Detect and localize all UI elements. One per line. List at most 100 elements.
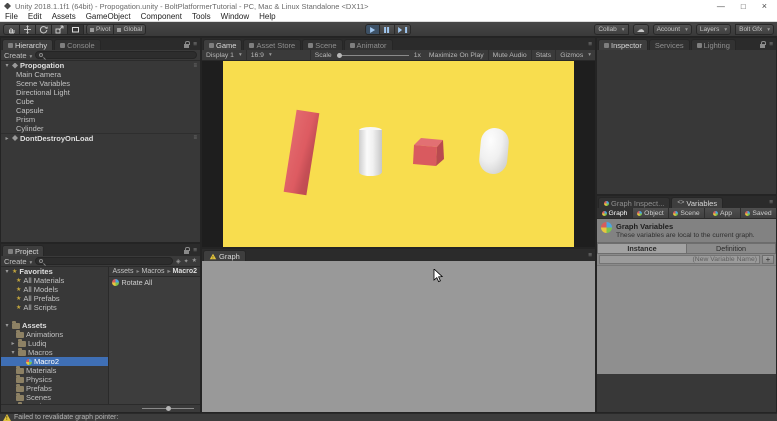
statusbar[interactable]: Failed to revalidate graph pointer: — [0, 413, 777, 421]
scale-tool-button[interactable] — [52, 24, 68, 35]
lock-icon[interactable] — [184, 250, 189, 254]
tab-asset-store[interactable]: Asset Store — [243, 39, 301, 50]
menu-edit[interactable]: Edit — [23, 12, 47, 21]
menu-window[interactable]: Window — [216, 12, 254, 21]
rect-tool-button[interactable] — [68, 24, 84, 35]
scene-row-dontdestroyonload[interactable]: DontDestroyOnLoad — [1, 133, 200, 142]
close-button[interactable] — [762, 1, 767, 11]
tab-console[interactable]: Console — [54, 39, 101, 50]
project-create-button[interactable]: Create — [4, 257, 32, 266]
foldout-arrow-icon[interactable] — [4, 268, 10, 275]
tab-graph-inspector[interactable]: Graph Inspect... — [598, 197, 670, 208]
menu-file[interactable]: File — [0, 12, 23, 21]
hierarchy-search-input[interactable] — [35, 51, 197, 59]
minimize-button[interactable] — [717, 2, 725, 11]
scope-app[interactable]: App — [705, 208, 741, 218]
scale-slider-knob[interactable] — [337, 53, 342, 58]
hierarchy-create-button[interactable]: Create — [4, 51, 32, 60]
tab-project[interactable]: Project — [2, 245, 44, 256]
hierarchy-item-capsule[interactable]: Capsule — [1, 106, 200, 115]
folder-prefabs[interactable]: Prefabs — [1, 384, 108, 393]
folder-animations[interactable]: Animations — [1, 330, 108, 339]
account-dropdown[interactable]: Account — [653, 24, 692, 35]
panel-menu-icon[interactable] — [193, 247, 197, 254]
foldout-arrow-icon[interactable] — [4, 62, 10, 69]
scale-slider[interactable]: Scale 1x — [311, 50, 425, 60]
favorite-all-scripts[interactable]: All Scripts — [1, 303, 108, 312]
scene-row-propogation[interactable]: Propogation — [1, 61, 200, 70]
asset-macro2-selected[interactable]: Macro2 — [1, 357, 108, 366]
panel-menu-icon[interactable] — [193, 41, 197, 48]
maximize-button[interactable] — [741, 2, 746, 11]
folder-macros[interactable]: Macros — [1, 348, 108, 357]
layers-dropdown[interactable]: Layers — [696, 24, 731, 35]
tab-inspector[interactable]: Inspector — [598, 39, 648, 50]
assets-root[interactable]: Assets — [1, 321, 108, 330]
move-tool-button[interactable] — [20, 24, 36, 35]
collab-dropdown[interactable]: Collab — [594, 24, 628, 35]
zoom-slider-knob[interactable] — [166, 406, 171, 411]
hand-tool-button[interactable] — [3, 24, 20, 35]
breadcrumb-macro2[interactable]: Macro2 — [165, 268, 197, 275]
tab-variables[interactable]: <> Variables — [671, 197, 723, 208]
graph-canvas[interactable] — [202, 261, 595, 412]
folder-materials[interactable]: Materials — [1, 366, 108, 375]
tab-scene[interactable]: Scene — [302, 39, 342, 50]
hierarchy-item-main-camera[interactable]: Main Camera — [1, 70, 200, 79]
mute-audio-toggle[interactable]: Mute Audio — [489, 50, 532, 60]
pivot-toggle-button[interactable]: Pivot — [86, 24, 114, 35]
foldout-arrow-icon[interactable] — [4, 135, 10, 142]
menu-tools[interactable]: Tools — [187, 12, 216, 21]
foldout-arrow-icon[interactable] — [10, 349, 16, 356]
panel-menu-icon[interactable] — [769, 41, 773, 48]
hierarchy-item-cylinder[interactable]: Cylinder — [1, 124, 200, 133]
hierarchy-item-cube[interactable]: Cube — [1, 97, 200, 106]
hierarchy-item-directional-light[interactable]: Directional Light — [1, 88, 200, 97]
hierarchy-item-prism[interactable]: Prism — [1, 115, 200, 124]
scene-menu-icon[interactable] — [193, 135, 200, 141]
foldout-arrow-icon[interactable] — [10, 340, 16, 347]
aspect-ratio-dropdown[interactable]: 16:9 — [247, 50, 311, 60]
game-viewport[interactable] — [202, 61, 595, 247]
favorites-root[interactable]: Favorites — [1, 267, 108, 276]
scene-menu-icon[interactable] — [193, 63, 200, 69]
favorite-all-models[interactable]: All Models — [1, 285, 108, 294]
panel-menu-icon[interactable] — [588, 41, 592, 48]
tab-services[interactable]: Services — [649, 39, 690, 50]
scope-graph[interactable]: Graph — [597, 208, 633, 218]
breadcrumb-macros[interactable]: Macros — [135, 268, 165, 275]
folder-physics[interactable]: Physics — [1, 375, 108, 384]
scope-scene[interactable]: Scene — [669, 208, 705, 218]
cloud-button[interactable] — [633, 24, 649, 35]
rotate-tool-button[interactable] — [36, 24, 52, 35]
favorite-search-icon[interactable] — [192, 258, 197, 264]
project-search-input[interactable] — [35, 257, 173, 265]
foldout-arrow-icon[interactable] — [4, 322, 10, 329]
new-variable-input[interactable] — [599, 255, 760, 264]
panel-menu-icon[interactable] — [588, 252, 592, 259]
tab-game[interactable]: Game — [203, 39, 242, 50]
scope-object[interactable]: Object — [633, 208, 669, 218]
hierarchy-item-scene-variables[interactable]: Scene Variables — [1, 79, 200, 88]
display-dropdown[interactable]: Display 1 — [202, 50, 247, 60]
tab-hierarchy[interactable]: Hierarchy — [2, 39, 53, 50]
lock-icon[interactable] — [760, 44, 765, 48]
scope-saved[interactable]: Saved — [741, 208, 776, 218]
asset-rotate-all[interactable]: Rotate All — [109, 277, 200, 287]
menu-gameobject[interactable]: GameObject — [81, 12, 136, 21]
stats-toggle[interactable]: Stats — [532, 50, 557, 60]
step-button[interactable] — [395, 24, 411, 35]
lock-icon[interactable] — [184, 44, 189, 48]
tab-lighting[interactable]: Lighting — [691, 39, 736, 50]
layout-dropdown[interactable]: Bolt Gfx — [735, 24, 774, 35]
tab-animator[interactable]: Animator — [344, 39, 393, 50]
tab-instance[interactable]: Instance — [597, 243, 687, 254]
folder-ludiq[interactable]: Ludiq — [1, 339, 108, 348]
favorite-all-prefabs[interactable]: All Prefabs — [1, 294, 108, 303]
menu-component[interactable]: Component — [136, 12, 187, 21]
search-by-type-icon[interactable]: ◈ — [176, 258, 181, 265]
pause-button[interactable] — [380, 24, 395, 35]
menu-assets[interactable]: Assets — [47, 12, 81, 21]
breadcrumb-assets[interactable]: Assets — [112, 268, 133, 275]
maximize-on-play-toggle[interactable]: Maximize On Play — [425, 50, 489, 60]
